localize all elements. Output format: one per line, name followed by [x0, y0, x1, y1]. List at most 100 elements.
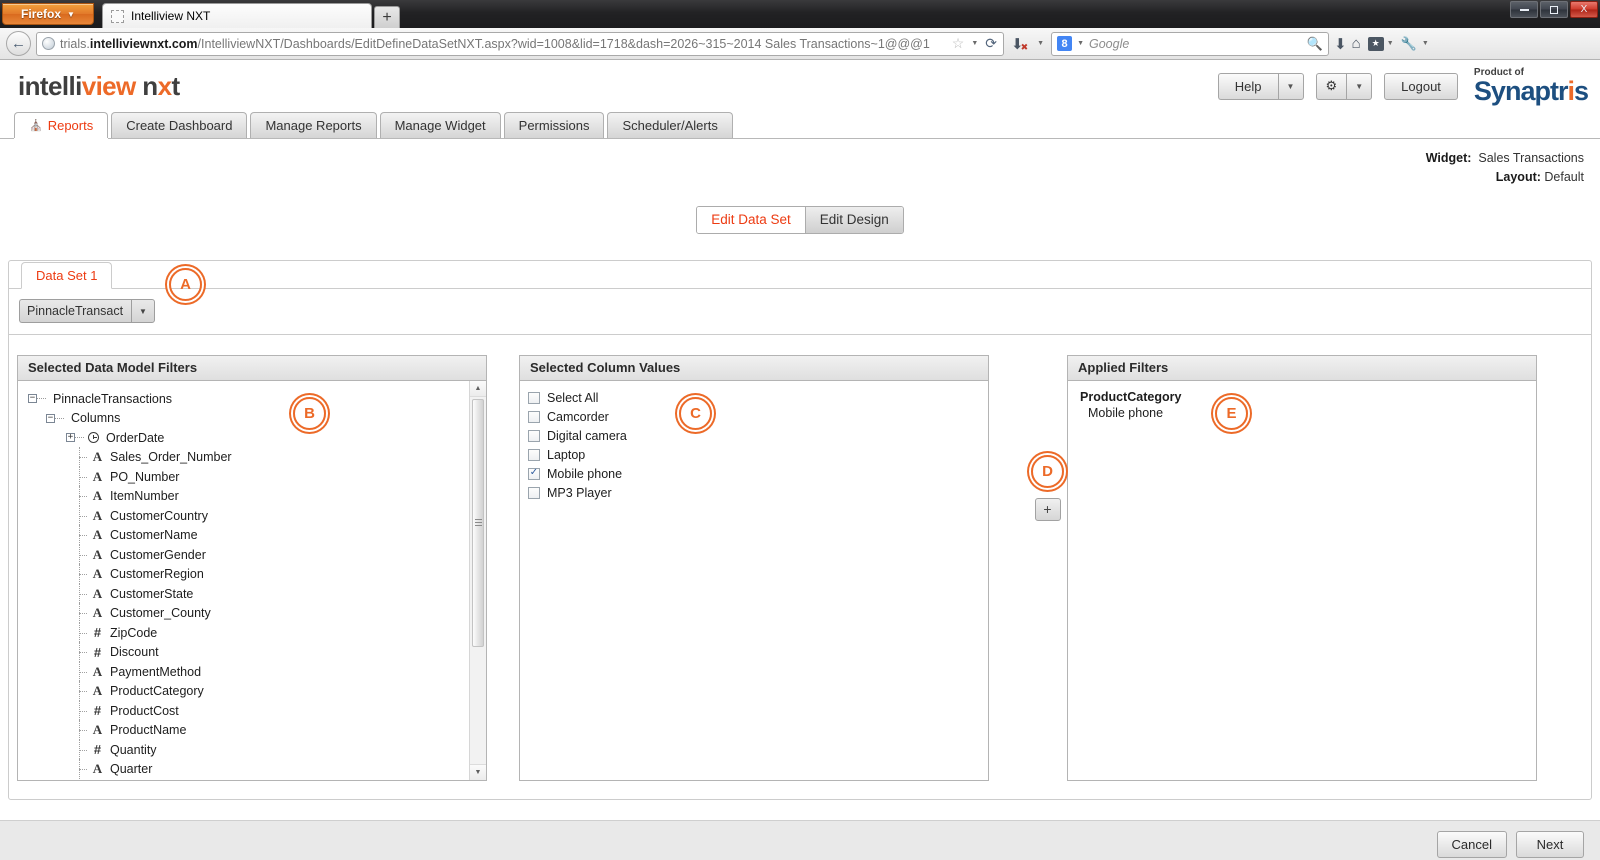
add-filter-button[interactable]: +: [1034, 497, 1061, 521]
address-bar[interactable]: trials.intelliviewnxt.com/IntelliviewNXT…: [36, 31, 1004, 56]
nav-tab-create-dashboard[interactable]: Create Dashboard: [111, 112, 248, 138]
download-status-button[interactable]: ⬇ ✖ ▼: [1009, 35, 1046, 53]
tree-vertical-scrollbar[interactable]: ▲ ▼: [469, 380, 486, 780]
tree-node-field[interactable]: # ZipCode: [24, 622, 486, 643]
tree-node-field[interactable]: A Customer_County: [24, 603, 486, 623]
bookmark-star-icon[interactable]: ☆: [952, 35, 965, 52]
layout-key: Layout:: [1495, 170, 1541, 185]
tree-node-field[interactable]: A CustomerGender: [24, 544, 486, 565]
tab-data-set-1[interactable]: Data Set 1: [21, 261, 113, 289]
list-item[interactable]: Laptop: [528, 446, 988, 465]
tree-node-label: ProductCost: [110, 703, 179, 718]
chevron-down-icon[interactable]: ▼: [131, 299, 155, 324]
tree-node-field[interactable]: A ProductName: [24, 720, 486, 740]
tree-node-field[interactable]: A PO_Number: [24, 466, 486, 487]
tree-node-field[interactable]: A Quarter: [24, 759, 486, 779]
close-window-button[interactable]: X: [1570, 1, 1598, 18]
chevron-down-icon[interactable]: ▼: [1277, 72, 1304, 100]
search-bar[interactable]: 8 ▼ Google 🔍: [1051, 31, 1330, 56]
chevron-down-icon: ▼: [67, 9, 75, 19]
data-model-dropdown[interactable]: PinnacleTransact ▼: [19, 299, 155, 324]
tree-node-field[interactable]: A PaymentMethod: [24, 661, 486, 682]
tree-node-columns[interactable]: − Columns: [24, 408, 486, 428]
home-icon[interactable]: ⌂: [1352, 35, 1361, 52]
tree-root: − PinnacleTransactions − Columns + Order…: [18, 381, 486, 779]
downloads-icon[interactable]: ⬇: [1334, 35, 1347, 53]
list-item[interactable]: Camcorder: [528, 408, 988, 427]
chevron-down-icon[interactable]: ▼: [971, 40, 978, 47]
next-button[interactable]: Next: [1516, 831, 1584, 858]
help-button[interactable]: Help ▼: [1217, 72, 1304, 100]
list-item[interactable]: Digital camera: [528, 427, 988, 446]
chevron-down-icon[interactable]: ▼: [1422, 40, 1429, 47]
logout-button[interactable]: Logout: [1384, 72, 1458, 100]
list-item[interactable]: MP3 Player: [528, 484, 988, 503]
back-button[interactable]: ←: [6, 31, 31, 56]
bookmarks-menu-button[interactable]: ★ ▼: [1366, 36, 1396, 51]
nav-tab-reports[interactable]: ⛪ Reports: [14, 112, 109, 138]
checkbox[interactable]: [528, 430, 540, 443]
cancel-button[interactable]: Cancel: [1436, 831, 1507, 858]
checkbox[interactable]: [528, 449, 540, 462]
firefox-menu-button[interactable]: Firefox ▼: [2, 3, 94, 25]
tree-node-field[interactable]: A Sales_Order_Number: [24, 447, 486, 467]
nav-tab-scheduler-alerts[interactable]: Scheduler/Alerts: [607, 112, 733, 138]
collapse-icon[interactable]: −: [46, 413, 55, 423]
tree-node-field-productcategory[interactable]: A ProductCategory: [24, 681, 486, 701]
tree-node-field[interactable]: # Discount: [24, 642, 486, 662]
tree-connector: [77, 720, 90, 740]
list-item-select-all[interactable]: Select All: [528, 389, 988, 408]
tree-node-field[interactable]: A CustomerState: [24, 583, 486, 604]
tree-connector: [77, 622, 90, 643]
checkbox[interactable]: [528, 411, 540, 424]
tree-node-field[interactable]: A ItemNumber: [24, 486, 486, 506]
tree-node-label: OrderDate: [106, 430, 165, 445]
tab-edit-data-set[interactable]: Edit Data Set: [697, 206, 806, 233]
data-model-tree[interactable]: − PinnacleTransactions − Columns + Order…: [17, 380, 487, 781]
chevron-down-icon[interactable]: ▼: [1077, 40, 1084, 47]
tree-node-field[interactable]: A CustomerName: [24, 525, 486, 545]
checkbox[interactable]: [528, 392, 540, 405]
annotation-label: E: [1226, 404, 1237, 422]
url-text: trials.intelliviewnxt.com/IntelliviewNXT…: [60, 36, 930, 51]
scrollbar-thumb[interactable]: [472, 398, 484, 647]
chevron-down-icon[interactable]: ▼: [1346, 72, 1373, 100]
app-logo[interactable]: intelliview nxt: [18, 71, 180, 102]
chevron-down-icon: ▼: [1386, 40, 1394, 47]
addon-icon[interactable]: 🔧: [1401, 36, 1417, 52]
tab-edit-design[interactable]: Edit Design: [805, 206, 903, 233]
maximize-button[interactable]: [1540, 1, 1568, 18]
nav-tab-manage-reports[interactable]: Manage Reports: [250, 112, 377, 138]
settings-button[interactable]: ⚙ ▼: [1315, 72, 1373, 100]
reload-icon[interactable]: ⟳: [985, 35, 997, 52]
scroll-down-button[interactable]: ▼: [470, 763, 486, 780]
tree-node-label: PO_Number: [110, 469, 180, 484]
nav-tab-label: Manage Widget: [394, 118, 486, 133]
nav-tab-permissions[interactable]: Permissions: [503, 112, 605, 138]
favicon-placeholder-icon: [111, 9, 124, 23]
nav-tab-manage-widget[interactable]: Manage Widget: [379, 112, 501, 138]
tree-node-field[interactable]: # ProductCost: [24, 700, 486, 721]
browser-tab-intelliview[interactable]: Intelliview NXT: [102, 3, 372, 28]
globe-icon: [42, 37, 55, 50]
new-tab-button[interactable]: +: [374, 6, 400, 28]
annotation-label: A: [180, 275, 191, 293]
filter-value[interactable]: Mobile phone: [1080, 406, 1536, 420]
tree-node-field[interactable]: A CustomerRegion: [24, 564, 486, 584]
list-item-mobile-phone[interactable]: Mobile phone: [528, 465, 988, 484]
tree-node-field[interactable]: # Quantity: [24, 739, 486, 760]
annotation-label: B: [304, 404, 315, 422]
collapse-icon[interactable]: −: [28, 394, 37, 403]
text-type-icon: A: [92, 585, 103, 601]
checkbox[interactable]: [528, 487, 540, 500]
tree-node-root[interactable]: − PinnacleTransactions: [24, 389, 486, 409]
tree-node-orderdate[interactable]: + OrderDate: [24, 428, 486, 448]
search-icon[interactable]: 🔍: [1307, 36, 1323, 52]
tree-node-field[interactable]: A CustomerCountry: [24, 505, 486, 526]
expand-icon[interactable]: +: [66, 433, 75, 442]
minimize-button[interactable]: [1510, 1, 1538, 18]
checkbox-checked[interactable]: [528, 468, 540, 481]
list-item-label: Laptop: [547, 448, 586, 463]
chevron-down-icon[interactable]: ▼: [1037, 40, 1044, 47]
scroll-up-button[interactable]: ▲: [470, 380, 486, 397]
